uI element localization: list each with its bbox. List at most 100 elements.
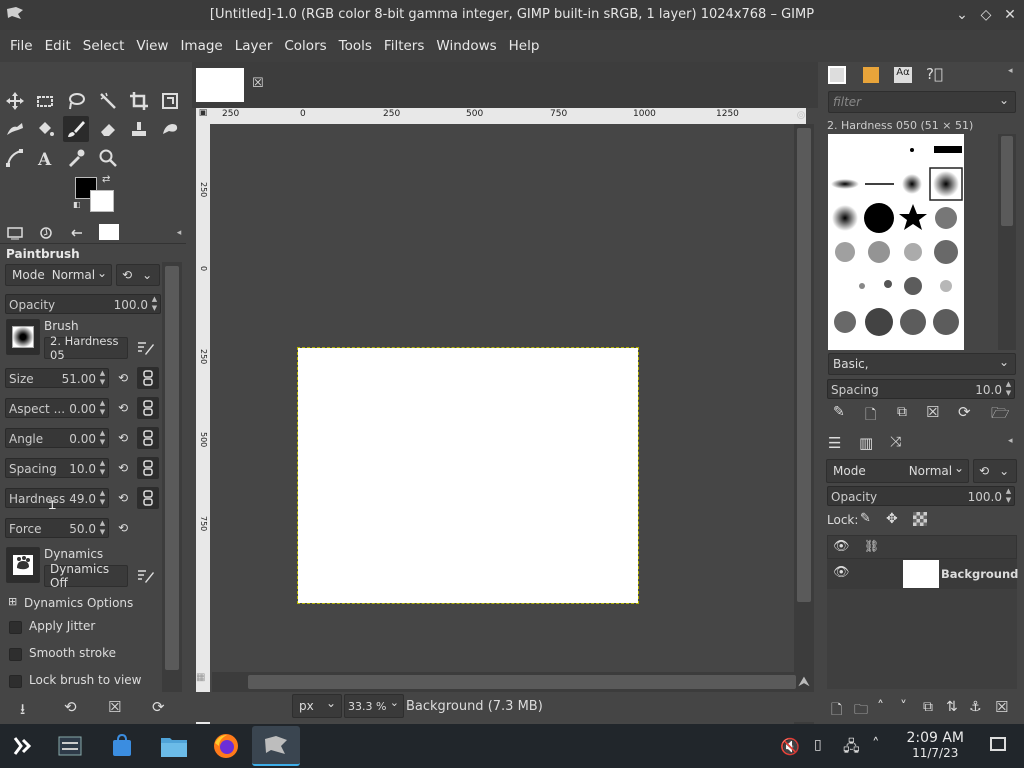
clock[interactable]: 2:09 AM 11/7/23: [906, 731, 964, 761]
delete-layer-icon[interactable]: ☒: [995, 698, 1008, 716]
rect-select-tool-icon[interactable]: [32, 88, 58, 114]
scrollbar-thumb[interactable]: [1001, 136, 1013, 226]
background-color-swatch[interactable]: [90, 190, 114, 212]
configure-tab-icon[interactable]: ◂: [1008, 436, 1013, 446]
spin-arrows-icon[interactable]: ▲ ▼: [98, 429, 107, 447]
new-layer-icon[interactable]: 🗋: [831, 699, 842, 723]
force-slider[interactable]: Force 50.0 ▲ ▼: [5, 518, 109, 538]
channels-tab-icon[interactable]: ▥: [859, 434, 873, 452]
discover-store-icon[interactable]: [104, 728, 140, 764]
paths-tool-icon[interactable]: [2, 145, 28, 171]
menu-windows[interactable]: Windows: [430, 38, 502, 54]
menu-tools[interactable]: Tools: [333, 38, 378, 54]
eraser-tool-icon[interactable]: [95, 116, 121, 142]
brush-grid[interactable]: [828, 134, 964, 350]
lock-pixels-icon[interactable]: ✎: [860, 511, 871, 526]
lasso-tool-icon[interactable]: [63, 88, 89, 114]
zoom-select[interactable]: 33.3 % ⌄: [344, 694, 404, 718]
mode-reset-button[interactable]: ⟲ ⌄: [116, 264, 160, 286]
gimp-taskbar-icon[interactable]: [252, 726, 300, 766]
menu-view[interactable]: View: [130, 38, 174, 54]
menu-filters[interactable]: Filters: [378, 38, 430, 54]
merge-layer-icon[interactable]: ⇅: [946, 699, 958, 715]
configure-tab-icon[interactable]: ◂: [1008, 66, 1013, 76]
brush-preview-button[interactable]: [6, 319, 40, 355]
warp-tool-icon[interactable]: [2, 116, 28, 142]
menu-help[interactable]: Help: [503, 38, 546, 54]
duplicate-brush-icon[interactable]: ⧉: [897, 404, 907, 420]
spin-arrows-icon[interactable]: ▲ ▼: [98, 399, 107, 417]
layer-opacity-slider[interactable]: Opacity 100.0 ▲ ▼: [827, 486, 1015, 506]
delete-options-icon[interactable]: ☒: [108, 698, 121, 716]
spacing-slider[interactable]: Spacing 10.0 ▲ ▼: [5, 458, 109, 478]
spin-arrows-icon[interactable]: ▲ ▼: [1004, 380, 1013, 398]
menu-image[interactable]: Image: [174, 38, 228, 54]
default-colors-icon[interactable]: ◧: [73, 200, 81, 209]
new-layer-group-icon[interactable]: 🗀: [854, 699, 868, 723]
device-status-tab-icon[interactable]: [35, 224, 57, 242]
mode-select[interactable]: Mode Normal ⌄: [5, 264, 112, 286]
lock-position-icon[interactable]: ✥: [886, 511, 898, 527]
lock-brush-checkbox[interactable]: [9, 675, 22, 688]
hardness-link-icon[interactable]: [137, 487, 159, 509]
help-tab-icon[interactable]: ?⃝: [926, 65, 943, 83]
app-launcher-icon[interactable]: [4, 728, 40, 764]
delete-brush-icon[interactable]: ☒: [926, 403, 939, 421]
quick-mask-icon[interactable]: ▣: [196, 108, 210, 124]
brushes-tab-icon[interactable]: [828, 66, 846, 84]
images-tab-icon[interactable]: [99, 224, 119, 240]
canvas-vertical-scrollbar[interactable]: [794, 124, 814, 732]
zoom-image-icon[interactable]: ⊚: [796, 108, 816, 124]
new-brush-icon[interactable]: 🗋: [865, 404, 876, 428]
paintbrush-tool-icon[interactable]: [63, 116, 89, 142]
edit-brush-icon[interactable]: ✎: [833, 404, 845, 420]
smudge-tool-icon[interactable]: [157, 116, 183, 142]
color-picker-tool-icon[interactable]: [63, 145, 89, 171]
layer-mode-select[interactable]: Mode Normal ⌄: [826, 459, 969, 483]
network-icon[interactable]: 🖧: [843, 736, 860, 761]
scrollbar-thumb[interactable]: [797, 128, 811, 602]
zoom-tool-icon[interactable]: [95, 145, 121, 171]
file-manager-icon[interactable]: [156, 728, 192, 764]
brush-scrollbar[interactable]: [998, 134, 1016, 350]
hardness-slider[interactable]: Hardness 49.0 ▲ ▼: [5, 488, 109, 508]
navigate-icon[interactable]: ▦: [196, 672, 210, 686]
lower-layer-icon[interactable]: ˅: [900, 699, 907, 715]
image-tab-thumbnail[interactable]: [196, 68, 244, 102]
size-link-icon[interactable]: [137, 367, 159, 389]
lock-alpha-icon[interactable]: [913, 512, 927, 526]
canvas-horizontal-scrollbar[interactable]: [212, 672, 796, 692]
spin-arrows-icon[interactable]: ▲ ▼: [98, 369, 107, 387]
visibility-icon[interactable]: 👁: [833, 565, 850, 580]
anchor-layer-icon[interactable]: ⚓: [969, 699, 982, 715]
configure-tab-icon[interactable]: ◂: [168, 224, 190, 242]
duplicate-layer-icon[interactable]: ⧉: [923, 699, 933, 715]
angle-link-icon[interactable]: [137, 427, 159, 449]
angle-slider[interactable]: Angle 0.00 ▲ ▼: [5, 428, 109, 448]
scrollbar-thumb[interactable]: [165, 266, 179, 670]
paths-tab-icon[interactable]: ⤨: [890, 434, 901, 450]
menu-layer[interactable]: Layer: [229, 38, 279, 54]
reset-options-icon[interactable]: ⟳: [152, 698, 165, 716]
spin-arrows-icon[interactable]: ▲ ▼: [1004, 487, 1013, 505]
minimize-icon[interactable]: ⌄: [951, 4, 973, 26]
aspect-link-icon[interactable]: [137, 397, 159, 419]
dynamics-field[interactable]: Dynamics Off: [44, 562, 128, 590]
close-tab-icon[interactable]: ☒: [252, 76, 264, 91]
options-scrollbar[interactable]: [162, 262, 182, 692]
layers-tab-icon[interactable]: ☰: [828, 434, 841, 452]
dynamics-preview-button[interactable]: [6, 547, 40, 583]
swap-colors-icon[interactable]: ⇄: [102, 174, 110, 185]
force-reset-icon[interactable]: ⟲: [113, 518, 133, 538]
layer-mode-reset-button[interactable]: ⟲ ⌄: [973, 459, 1017, 483]
navigate-arrow-icon[interactable]: ⮝: [798, 674, 810, 690]
open-brush-icon[interactable]: 🗁: [991, 403, 1010, 428]
bucket-fill-tool-icon[interactable]: [32, 116, 58, 142]
aspect-reset-icon[interactable]: ⟲: [113, 398, 133, 418]
crop-tool-icon[interactable]: [126, 88, 152, 114]
show-desktop-icon[interactable]: [990, 737, 1006, 751]
spin-arrows-icon[interactable]: ▲ ▼: [98, 519, 107, 537]
aspect-slider[interactable]: Aspect ... 0.00 ▲ ▼: [5, 398, 109, 418]
clone-tool-icon[interactable]: [126, 116, 152, 142]
spin-arrows-icon[interactable]: ▲ ▼: [98, 489, 107, 507]
